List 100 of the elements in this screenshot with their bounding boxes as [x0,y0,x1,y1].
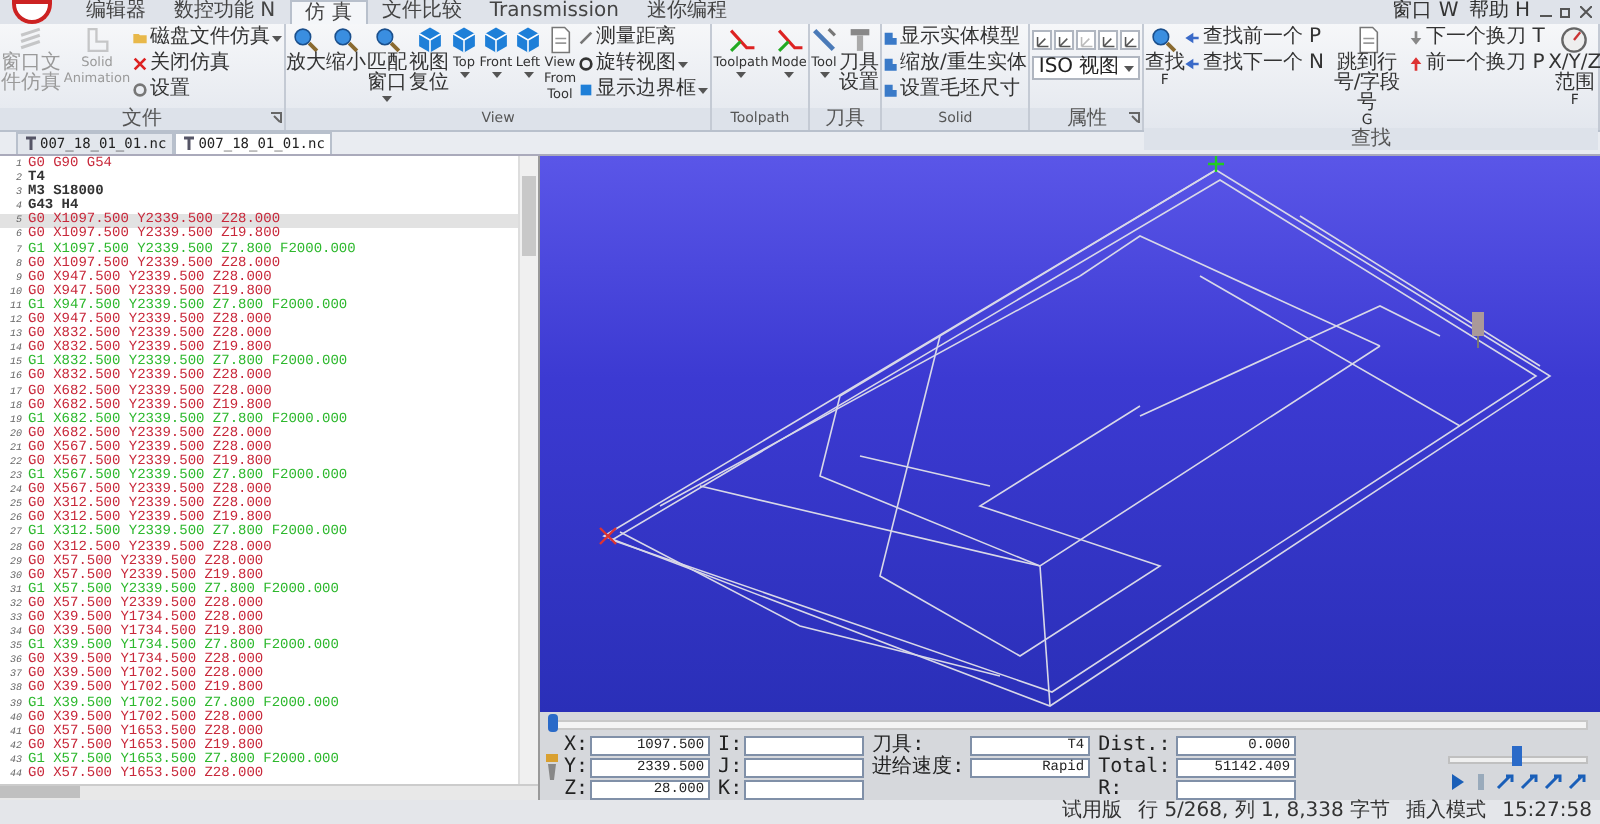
ribbon-tab[interactable]: 编辑器 [72,0,160,24]
speed-slider[interactable] [1448,745,1588,765]
horizontal-scrollbar[interactable] [0,784,538,800]
document-icon [546,26,574,54]
view-toggle-button[interactable] [1032,30,1053,50]
axis-marker-icon [1206,156,1226,174]
group-label: 属性 [1066,108,1107,130]
readout-field [1176,780,1297,800]
cube-icon [514,26,542,54]
ribbon-button[interactable]: 旋转视图 [578,52,710,76]
magnifier-icon [1150,26,1179,54]
app-logo-icon[interactable] [12,0,52,24]
tool-icon [544,754,560,782]
view-toggle-button[interactable] [1054,30,1075,50]
ribbon-button[interactable]: 匹配窗口 [366,26,408,102]
view-toggle-button[interactable] [1098,30,1119,50]
ribbon-button[interactable]: 下一个换刀 T [1408,26,1547,50]
status-text: 试用版 [1062,800,1123,824]
magnifier-icon [373,26,401,54]
ribbon-button[interactable]: 显示实体模型 [882,26,1029,50]
ribbon-button[interactable]: 视图复位 [408,26,450,94]
ribbon-button[interactable]: 刀具设置 [838,26,880,94]
ribbon-button[interactable]: 设置毛坯尺寸 [882,78,1029,102]
lines-icon [17,26,45,54]
arrow-left-icon [1184,30,1201,46]
readout-field [744,780,865,800]
field-label: 进给速度: [872,758,967,778]
field-label: Y: [564,758,589,778]
ribbon-button[interactable]: 前一个换刀 P [1408,52,1547,76]
toolpath-icon [727,26,755,54]
ribbon-button[interactable]: 缩小 [326,26,366,74]
step-icon[interactable] [1544,771,1562,791]
readout-field [744,758,865,778]
step-icon[interactable] [1496,771,1514,791]
ribbon-button[interactable]: 缩放/重生实体 [882,52,1029,76]
document-icon [182,136,197,152]
gauge-icon [1560,26,1589,54]
ribbon-button[interactable]: 测量距离 [578,26,710,50]
close-icon[interactable] [1580,6,1592,18]
folder-icon [132,30,148,46]
magnifier-icon [332,26,360,54]
group-label: 刀具 [825,108,865,130]
field-label: X: [564,736,589,756]
ribbon-button[interactable]: 关闭仿真 [132,52,284,76]
tool-marker-icon [1472,312,1484,349]
status-text: 行 5/268, 列 1, 8,338 字节 [1138,800,1391,824]
speed-slider-thumb[interactable] [1512,745,1523,765]
ribbon-tab[interactable]: 数控功能 N [160,0,290,24]
timeline-slider[interactable] [540,712,1600,736]
ribbon-button[interactable]: 显示边界框 [578,78,710,102]
group-label: 文件 [122,108,162,130]
field-label: R: [1098,780,1125,800]
arrow-down-icon [1408,30,1425,46]
magnifier-icon [292,26,320,54]
vertical-scrollbar[interactable] [518,156,538,784]
toolpath-icon [775,26,803,54]
ribbon-button[interactable]: 放大 [286,26,326,74]
tool-holder-icon [845,26,873,54]
cube-icon [415,26,443,54]
ribbon-button[interactable]: 磁盘文件仿真 [132,26,284,50]
cube-icon [482,26,510,54]
code-editor[interactable] [0,156,540,800]
status-text: 15:27:58 [1502,800,1592,824]
ribbon-tab[interactable]: 迷你编程 [632,0,741,24]
pencil-icon [578,30,594,46]
play-icon[interactable] [1448,771,1466,791]
step-icon[interactable] [1568,771,1586,791]
document-icon [1353,26,1382,54]
status-text: 插入模式 [1406,800,1487,824]
ribbon-tab[interactable]: Transmission [475,0,633,24]
field-label: Z: [564,780,589,800]
origin-marker-icon [598,526,618,546]
block-icon [83,26,111,54]
document-icon [24,136,38,152]
step-icon[interactable] [1520,771,1538,791]
field-label: I: [718,736,743,756]
field-label: 刀具: [872,736,925,756]
ribbon-tab[interactable]: 仿 真 [289,0,368,24]
readout-field [744,736,865,756]
dialog-launcher-icon[interactable] [270,112,282,124]
view-toggle-button[interactable] [1076,30,1097,50]
ribbon-button[interactable]: 查找前一个 P [1184,26,1327,50]
field-label: K: [718,780,743,800]
caret-icon [1124,66,1135,72]
field-label: Dist.: [1098,736,1173,756]
close-icon [132,56,148,72]
view-dropdown[interactable]: ISO 视图 [1032,56,1141,80]
view-toggle-button[interactable] [1120,30,1141,50]
arrow-up-icon [1408,56,1425,72]
ribbon-button[interactable]: 查找下一个 N [1184,52,1327,76]
timeline-slider-thumb[interactable] [548,713,558,732]
field-label: J: [718,758,743,778]
cube-icon [578,82,594,98]
cube-icon [450,26,478,54]
menu-item[interactable]: 帮助 H [1468,0,1530,24]
ribbon-button[interactable]: 设置 [132,78,284,102]
field-label: Total: [1098,758,1173,778]
group-label: 查找 [1351,128,1392,150]
dialog-launcher-icon[interactable] [1128,112,1141,124]
restore-icon[interactable] [1560,6,1572,18]
